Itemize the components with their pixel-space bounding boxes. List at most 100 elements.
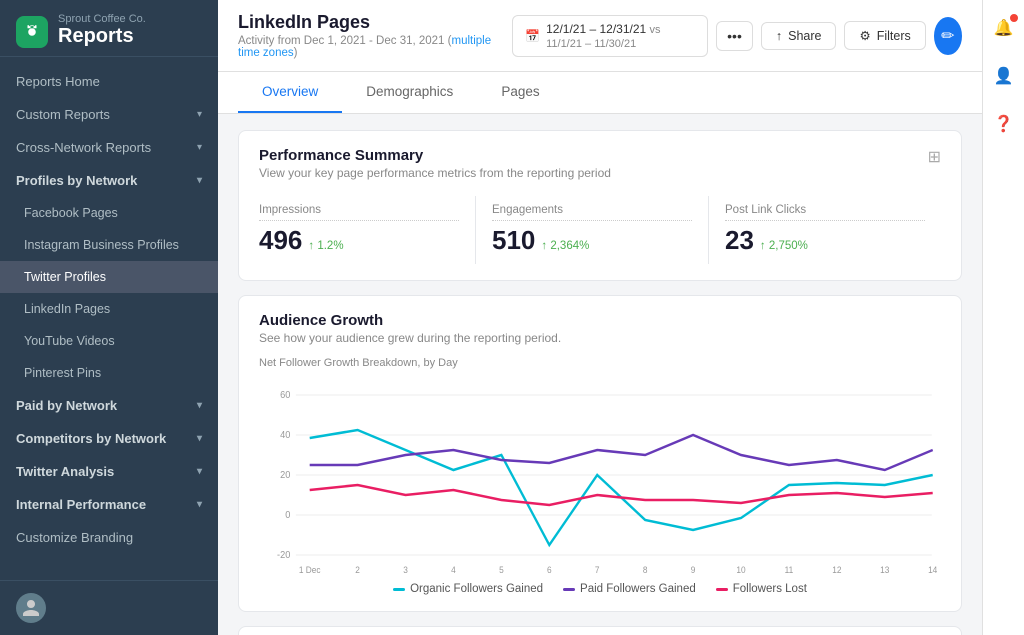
sidebar-title: Reports [58,25,146,48]
sidebar-item-twitter-analysis[interactable]: Twitter Analysis ▾ [0,455,218,488]
tab-pages[interactable]: Pages [477,72,563,113]
help-icon[interactable]: ❓ [988,108,1020,140]
legend-lost: Followers Lost [716,583,807,595]
right-rail: 🔔 👤 ❓ [982,0,1024,635]
svg-text:8: 8 [643,565,648,575]
compose-button[interactable]: ✏ [934,17,962,55]
chevron-icon: ▾ [197,109,202,120]
svg-text:20: 20 [280,470,290,481]
app-logo [16,16,48,48]
sidebar-item-pinterest-pins[interactable]: Pinterest Pins [0,357,218,389]
chart-axis-label: Net Follower Growth Breakdown, by Day [259,357,941,369]
more-options-button[interactable]: ••• [716,21,753,51]
sidebar-item-customize-branding[interactable]: Customize Branding [0,521,218,554]
sidebar-item-profiles-by-network[interactable]: Profiles by Network ▾ [0,164,218,197]
legend-dot-lost [716,588,728,591]
sidebar-item-cross-network[interactable]: Cross-Network Reports ▾ [0,131,218,164]
svg-text:4: 4 [451,565,456,575]
metrics-row: Impressions 496 ↑ 1.2% Engagements 510 ↑… [259,196,941,264]
chevron-icon: ▾ [197,466,202,477]
chevron-icon: ▾ [197,499,202,510]
metric-impressions-change: ↑ 1.2% [308,240,343,252]
notification-badge [1010,14,1018,22]
svg-text:10: 10 [736,565,745,575]
svg-text:1 Dec: 1 Dec [299,565,321,575]
svg-text:14: 14 [928,565,937,575]
svg-text:5: 5 [499,565,504,575]
metric-engagements-value: 510 ↑ 2,364% [492,225,692,256]
svg-text:60: 60 [280,390,290,401]
sidebar-item-competitors-by-network[interactable]: Competitors by Network ▾ [0,422,218,455]
metric-post-link-clicks-value: 23 ↑ 2,750% [725,225,925,256]
sidebar-item-twitter-profiles[interactable]: Twitter Profiles [0,261,218,293]
date-range-picker[interactable]: 📅 12/1/21 – 12/31/21 vs 11/1/21 – 11/30/… [512,15,708,57]
chart-legend: Organic Followers Gained Paid Followers … [259,583,941,595]
metric-impressions-label: Impressions [259,204,459,221]
svg-text:6: 6 [547,565,552,575]
svg-text:13: 13 [880,565,889,575]
svg-text:3: 3 [403,565,408,575]
sidebar-item-custom-reports[interactable]: Custom Reports ▾ [0,98,218,131]
sidebar-bottom [0,580,218,635]
company-name: Sprout Coffee Co. [58,13,146,25]
chevron-icon: ▾ [197,400,202,411]
sidebar-item-internal-performance[interactable]: Internal Performance ▾ [0,488,218,521]
main-content: LinkedIn Pages Activity from Dec 1, 2021… [218,0,982,635]
filters-button[interactable]: ⚙ Filters [844,21,925,50]
svg-text:12: 12 [832,565,841,575]
metric-engagements-change: ↑ 2,364% [541,240,589,252]
metric-impressions-value: 496 ↑ 1.2% [259,225,459,256]
chart-svg: 60 40 20 0 -20 1 Dec 2 3 4 5 6 7 8 9 10 [259,375,941,575]
topbar: LinkedIn Pages Activity from Dec 1, 2021… [218,0,982,72]
metric-engagements-label: Engagements [492,204,692,221]
legend-dot-paid [563,588,575,591]
share-button[interactable]: ↑ Share [761,22,837,50]
chevron-icon: ▾ [197,433,202,444]
sidebar-item-reports-home[interactable]: Reports Home [0,65,218,98]
legend-paid: Paid Followers Gained [563,583,696,595]
page-title: LinkedIn Pages [238,12,512,33]
notifications-icon[interactable]: 🔔 [988,12,1020,44]
audience-growth-card: Audience Growth See how your audience gr… [238,295,962,612]
svg-text:11: 11 [785,565,794,575]
share-icon: ↑ [776,29,782,43]
line-chart: 60 40 20 0 -20 1 Dec 2 3 4 5 6 7 8 9 10 [259,375,941,575]
audience-growth-title: Audience Growth [259,312,941,329]
sidebar-item-instagram-profiles[interactable]: Instagram Business Profiles [0,229,218,261]
metric-post-link-clicks-change: ↑ 2,750% [760,240,808,252]
date-range-value: 12/1/21 – 12/31/21 vs 11/1/21 – 11/30/21 [546,22,695,50]
svg-text:9: 9 [691,565,696,575]
main-content-area: Performance Summary View your key page p… [218,114,982,635]
avatar[interactable] [16,593,46,623]
sidebar-item-paid-by-network[interactable]: Paid by Network ▾ [0,389,218,422]
calendar-icon: 📅 [525,29,540,43]
timezone-link[interactable]: multiple time zones [238,35,491,59]
metric-engagements: Engagements 510 ↑ 2,364% [476,196,709,264]
chevron-icon: ▾ [197,175,202,186]
sidebar-item-facebook-pages[interactable]: Facebook Pages [0,197,218,229]
legend-organic: Organic Followers Gained [393,583,543,595]
table-view-icon[interactable]: ⊞ [928,147,941,167]
filter-icon: ⚙ [859,28,870,43]
audience-metrics-card: Audience Metrics Totals % Change followe… [238,626,962,635]
sidebar: Sprout Coffee Co. Reports Reports Home C… [0,0,218,635]
topbar-left: LinkedIn Pages Activity from Dec 1, 2021… [238,12,512,59]
sidebar-item-youtube-videos[interactable]: YouTube Videos [0,325,218,357]
sidebar-item-linkedin-pages[interactable]: LinkedIn Pages [0,293,218,325]
sidebar-header: Sprout Coffee Co. Reports [0,0,218,57]
metric-post-link-clicks: Post Link Clicks 23 ↑ 2,750% [709,196,941,264]
sidebar-nav: Reports Home Custom Reports ▾ Cross-Netw… [0,57,218,580]
svg-text:2: 2 [355,565,360,575]
svg-text:40: 40 [280,430,290,441]
metric-post-link-clicks-label: Post Link Clicks [725,204,925,221]
svg-text:7: 7 [595,565,600,575]
page-subtitle: Activity from Dec 1, 2021 - Dec 31, 2021… [238,35,512,59]
chevron-icon: ▾ [197,142,202,153]
user-profile-icon[interactable]: 👤 [988,60,1020,92]
audience-growth-subtitle: See how your audience grew during the re… [259,331,941,345]
tab-demographics[interactable]: Demographics [342,72,477,113]
tabs-bar: Overview Demographics Pages [218,72,982,114]
metric-impressions: Impressions 496 ↑ 1.2% [259,196,476,264]
svg-text:-20: -20 [277,550,290,561]
tab-overview[interactable]: Overview [238,72,342,113]
